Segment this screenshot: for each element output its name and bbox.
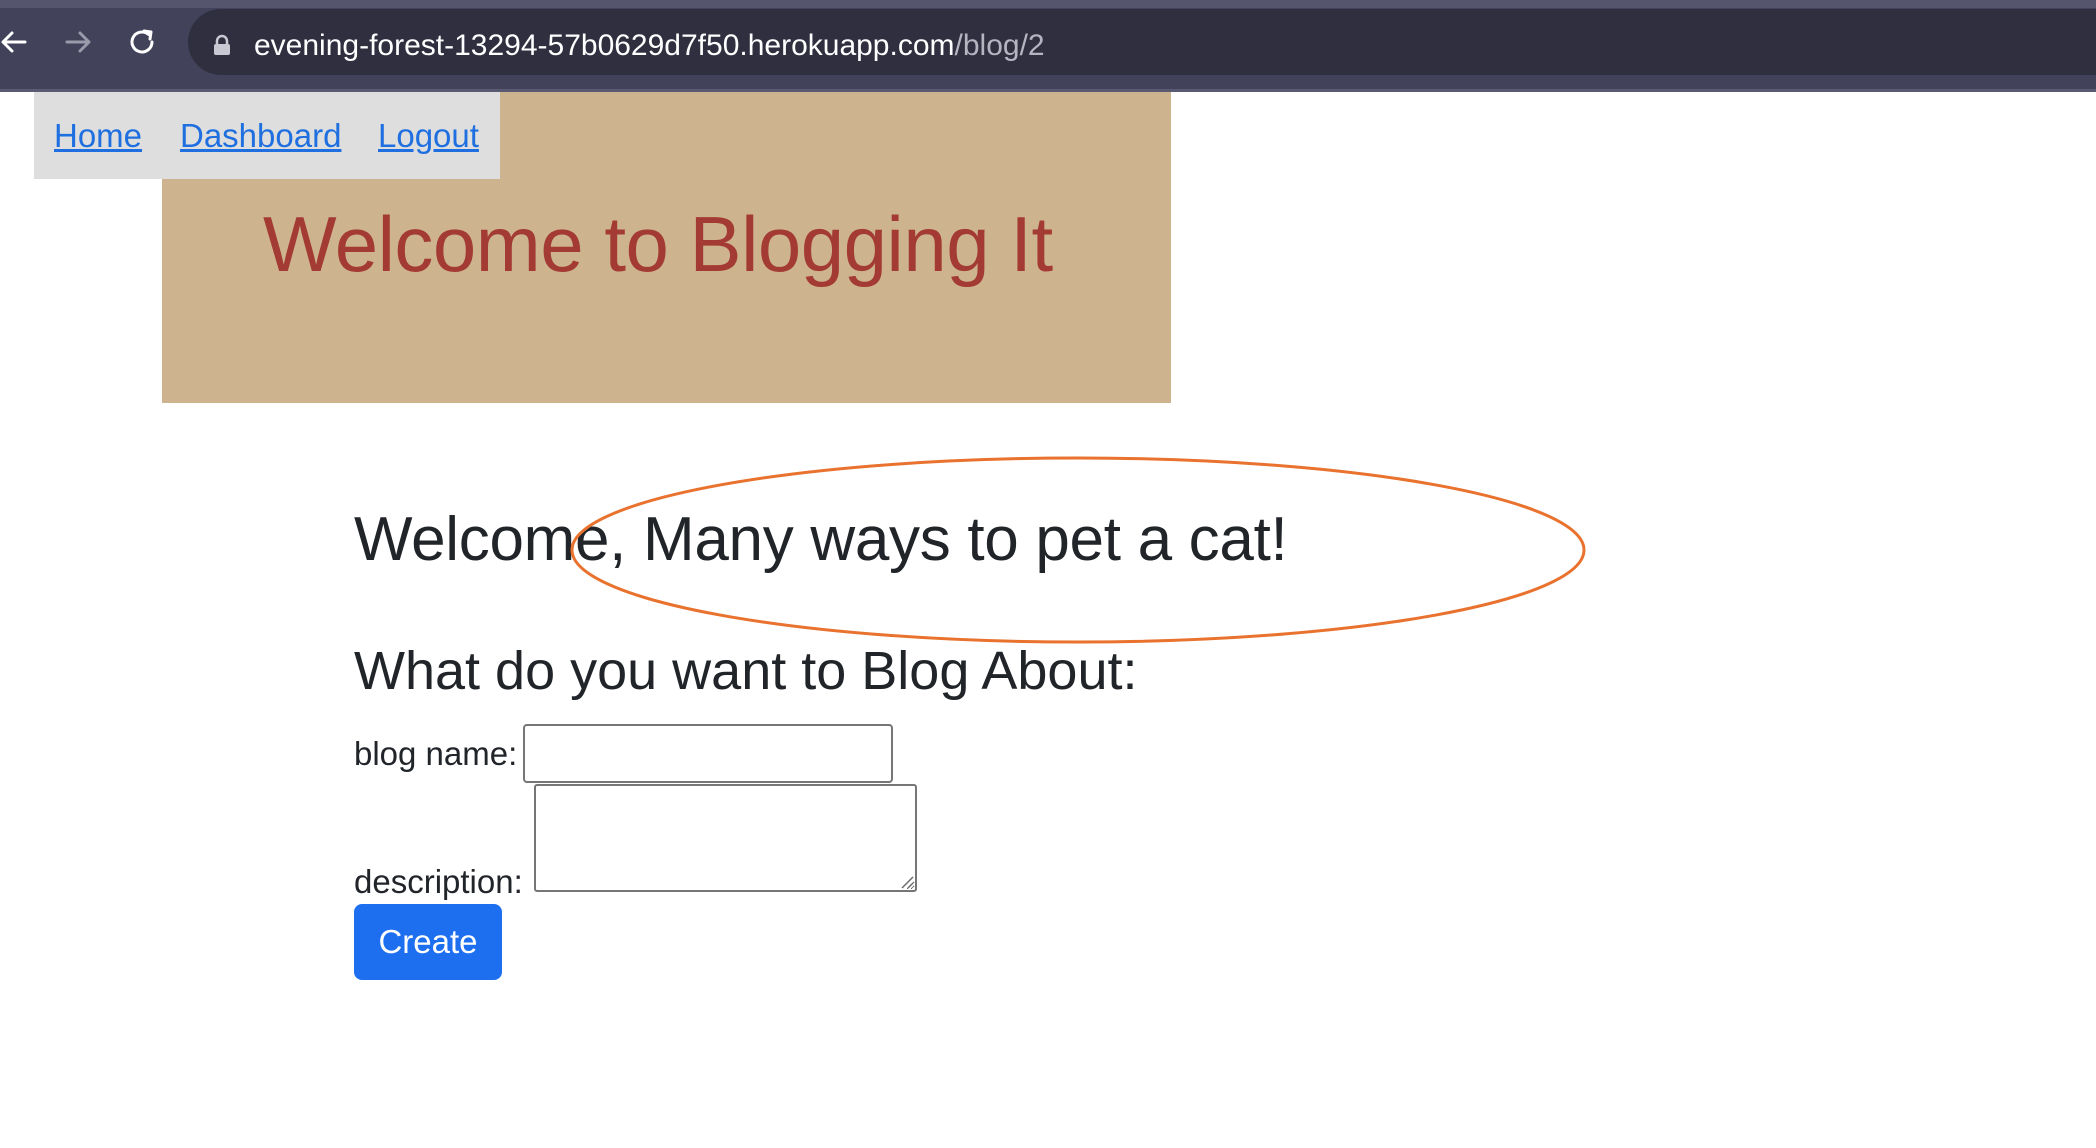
url-path: /blog/2: [954, 29, 1045, 62]
blog-name-input[interactable]: [523, 724, 893, 783]
site-title: Welcome to Blogging It: [263, 200, 1053, 288]
resize-grip-icon[interactable]: [898, 873, 914, 889]
description-label: description:: [354, 863, 523, 900]
nav-link-dashboard[interactable]: Dashboard: [180, 116, 341, 156]
reload-icon: [127, 27, 157, 57]
arrow-left-icon: [0, 27, 29, 57]
top-navbar: Home Dashboard Logout: [34, 92, 500, 179]
forward-button[interactable]: [54, 18, 102, 66]
create-button[interactable]: Create: [354, 904, 502, 980]
blog-name-label: blog name:: [354, 735, 518, 772]
welcome-heading: Welcome, Many ways to pet a cat!: [354, 505, 1288, 574]
lock-icon[interactable]: [212, 34, 232, 56]
url-text[interactable]: evening-forest-13294-57b0629d7f50.heroku…: [254, 26, 1045, 66]
back-button[interactable]: [0, 18, 38, 66]
url-host: evening-forest-13294-57b0629d7f50.heroku…: [254, 29, 955, 62]
nav-link-home[interactable]: Home: [54, 116, 142, 156]
reload-button[interactable]: [118, 18, 166, 66]
description-textarea[interactable]: [534, 784, 917, 892]
arrow-right-icon: [63, 27, 93, 57]
nav-link-logout[interactable]: Logout: [378, 116, 479, 156]
section-heading: What do you want to Blog About:: [354, 641, 1138, 701]
